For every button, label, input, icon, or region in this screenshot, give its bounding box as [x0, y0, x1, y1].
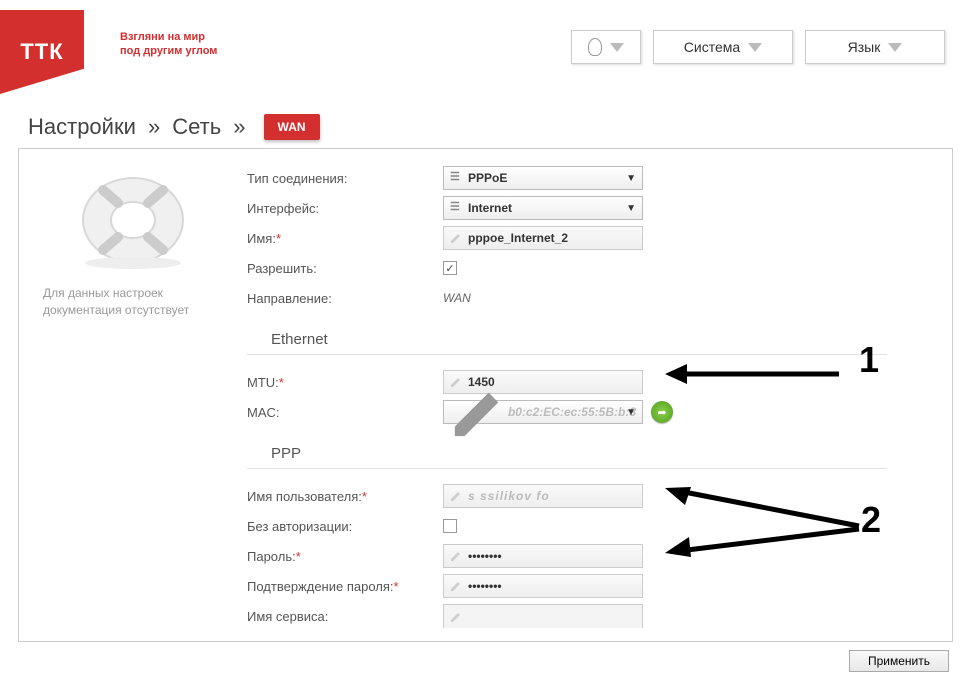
- allow-checkbox[interactable]: ✓: [443, 261, 457, 275]
- hints-dropdown[interactable]: [571, 30, 641, 64]
- name-label: Имя:*: [247, 231, 443, 246]
- chevron-down-icon: [748, 43, 762, 52]
- logo-wrap: ТТК: [0, 10, 115, 94]
- apply-button[interactable]: Применить: [849, 650, 949, 672]
- username-label: Имя пользователя:*: [247, 489, 443, 504]
- list-icon: ☰: [450, 172, 462, 184]
- ethernet-section-title: Ethernet: [247, 317, 887, 355]
- direction-label: Направление:: [247, 291, 443, 306]
- list-icon: ☰: [450, 202, 462, 214]
- system-label: Система: [684, 39, 740, 55]
- chevron-down-icon: [888, 43, 902, 52]
- mtu-label: MTU:*: [247, 375, 443, 390]
- crumb-network[interactable]: Сеть »: [172, 114, 245, 140]
- form-area: Тип соединения: ☰ PPPoE ▼ Интерфейс: ☰ I…: [229, 165, 934, 633]
- username-input[interactable]: s ssilikov fo: [443, 484, 643, 508]
- header: ТТК Взгляни на мир под другим углом Сист…: [0, 0, 975, 94]
- interface-label: Интерфейс:: [247, 201, 443, 216]
- mac-label: MAC:: [247, 405, 443, 420]
- side-help: Для данных настроек документация отсутст…: [37, 165, 229, 633]
- ppp-section-title: PPP: [247, 431, 887, 469]
- chevron-down-icon: ▼: [626, 173, 636, 184]
- name-input[interactable]: pppoe_Internet_2: [443, 226, 643, 250]
- pencil-icon: [450, 383, 508, 441]
- tagline-line1: Взгляни на мир: [120, 31, 205, 43]
- chevron-down-icon: ▼: [626, 407, 636, 418]
- crumb-settings[interactable]: Настройки »: [28, 114, 160, 140]
- pencil-icon: [450, 611, 462, 623]
- tagline: Взгляни на мир под другим углом: [115, 10, 255, 59]
- top-buttons: Система Язык: [571, 10, 945, 64]
- mac-select[interactable]: b0:c2:EC:ec:55:5B:b:8 ▼: [443, 400, 643, 424]
- mac-clone-button[interactable]: ➦: [651, 401, 673, 423]
- password-confirm-input[interactable]: ••••••••: [443, 574, 643, 598]
- service-label: Имя сервиса:: [247, 609, 443, 624]
- settings-panel: Для данных настроек документация отсутст…: [18, 148, 953, 642]
- crumb-tab-wan[interactable]: WAN: [264, 114, 320, 140]
- footer-bar: Применить: [0, 642, 975, 674]
- pencil-icon: [450, 550, 462, 562]
- chevron-down-icon: ▼: [626, 203, 636, 214]
- language-label: Язык: [848, 39, 881, 55]
- service-input[interactable]: [443, 604, 643, 628]
- password-confirm-label: Подтверждение пароля:*: [247, 579, 443, 594]
- tagline-line2: под другим углом: [120, 45, 217, 57]
- breadcrumb: Настройки » Сеть » WAN: [0, 94, 975, 142]
- pencil-icon: [450, 232, 462, 244]
- pencil-icon: [450, 490, 462, 502]
- conn-type-select[interactable]: ☰ PPPoE ▼: [443, 166, 643, 190]
- allow-label: Разрешить:: [247, 261, 443, 276]
- interface-select[interactable]: ☰ Internet ▼: [443, 196, 643, 220]
- language-dropdown[interactable]: Язык: [805, 30, 945, 64]
- chevron-down-icon: [610, 43, 624, 52]
- help-text: Для данных настроек документация отсутст…: [37, 285, 229, 319]
- brand-logo: ТТК: [0, 10, 84, 94]
- pencil-icon: [450, 580, 462, 592]
- bulb-icon: [588, 38, 602, 56]
- conn-type-label: Тип соединения:: [247, 171, 443, 186]
- password-input[interactable]: ••••••••: [443, 544, 643, 568]
- noauth-label: Без авторизации:: [247, 519, 443, 534]
- lifebuoy-icon: [68, 165, 198, 275]
- password-label: Пароль:*: [247, 549, 443, 564]
- direction-value: WAN: [443, 291, 471, 305]
- noauth-checkbox[interactable]: [443, 519, 457, 533]
- system-dropdown[interactable]: Система: [653, 30, 793, 64]
